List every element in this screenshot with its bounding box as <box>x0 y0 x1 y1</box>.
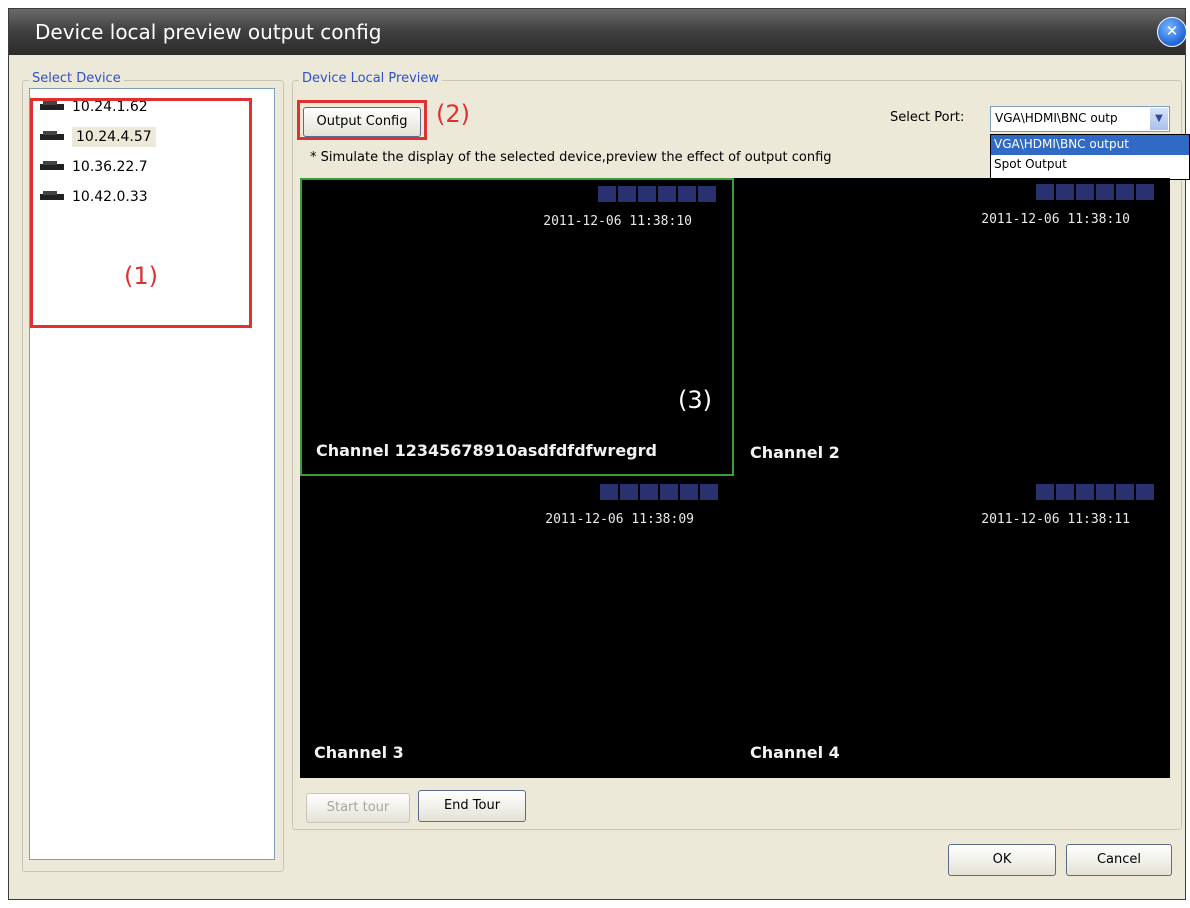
hint-text: * Simulate the display of the selected d… <box>310 150 832 165</box>
status-squares <box>598 186 716 202</box>
annotation-1: (1) <box>124 262 158 290</box>
select-port-value: VGA\HDMI\BNC outp <box>995 111 1118 125</box>
channel-timestamp: 2011-12-06 11:38:09 <box>545 512 694 527</box>
annotation-3: (3) <box>678 386 712 414</box>
channel-name: Channel 2 <box>750 443 840 462</box>
channel-tile-3[interactable]: 2011-12-06 11:38:09 Channel 3 <box>300 478 734 776</box>
select-port-dropdown[interactable]: VGA\HDMI\BNC outp ▼ <box>990 106 1170 132</box>
device-local-preview-label: Device Local Preview <box>299 71 443 86</box>
channel-tile-4[interactable]: 2011-12-06 11:38:11 Channel 4 <box>736 478 1170 776</box>
chevron-down-icon[interactable]: ▼ <box>1150 108 1168 130</box>
channel-tile-2[interactable]: 2011-12-06 11:38:10 Channel 2 <box>736 178 1170 476</box>
end-tour-button[interactable]: End Tour <box>418 790 526 822</box>
channel-name: Channel 4 <box>750 743 840 762</box>
channel-timestamp: 2011-12-06 11:38:10 <box>543 214 692 229</box>
select-device-label: Select Device <box>29 71 124 86</box>
port-option-vga[interactable]: VGA\HDMI\BNC output <box>991 135 1189 155</box>
annotation-box-1 <box>30 98 252 328</box>
close-icon[interactable]: ✕ <box>1157 17 1187 47</box>
channel-name: Channel 3 <box>314 743 404 762</box>
status-squares <box>600 484 718 500</box>
port-options-list: VGA\HDMI\BNC output Spot Output <box>990 134 1190 180</box>
channel-timestamp: 2011-12-06 11:38:10 <box>981 212 1130 227</box>
start-tour-button[interactable]: Start tour <box>306 793 410 823</box>
channel-name: Channel 12345678910asdfdfdfwregrd <box>316 441 657 460</box>
window-title: Device local preview output config <box>35 20 382 44</box>
select-port-label: Select Port: <box>890 110 965 125</box>
channel-tile-1[interactable]: 2011-12-06 11:38:10 Channel 12345678910a… <box>300 178 734 476</box>
title-bar: Device local preview output config ✕ <box>9 9 1187 55</box>
annotation-box-2 <box>297 100 427 140</box>
ok-button[interactable]: OK <box>948 844 1056 876</box>
annotation-2: (2) <box>436 100 470 128</box>
status-squares <box>1036 184 1154 200</box>
preview-area: 2011-12-06 11:38:10 Channel 12345678910a… <box>300 178 1170 778</box>
port-option-spot[interactable]: Spot Output <box>991 155 1189 175</box>
cancel-button[interactable]: Cancel <box>1066 844 1172 876</box>
status-squares <box>1036 484 1154 500</box>
channel-timestamp: 2011-12-06 11:38:11 <box>981 512 1130 527</box>
